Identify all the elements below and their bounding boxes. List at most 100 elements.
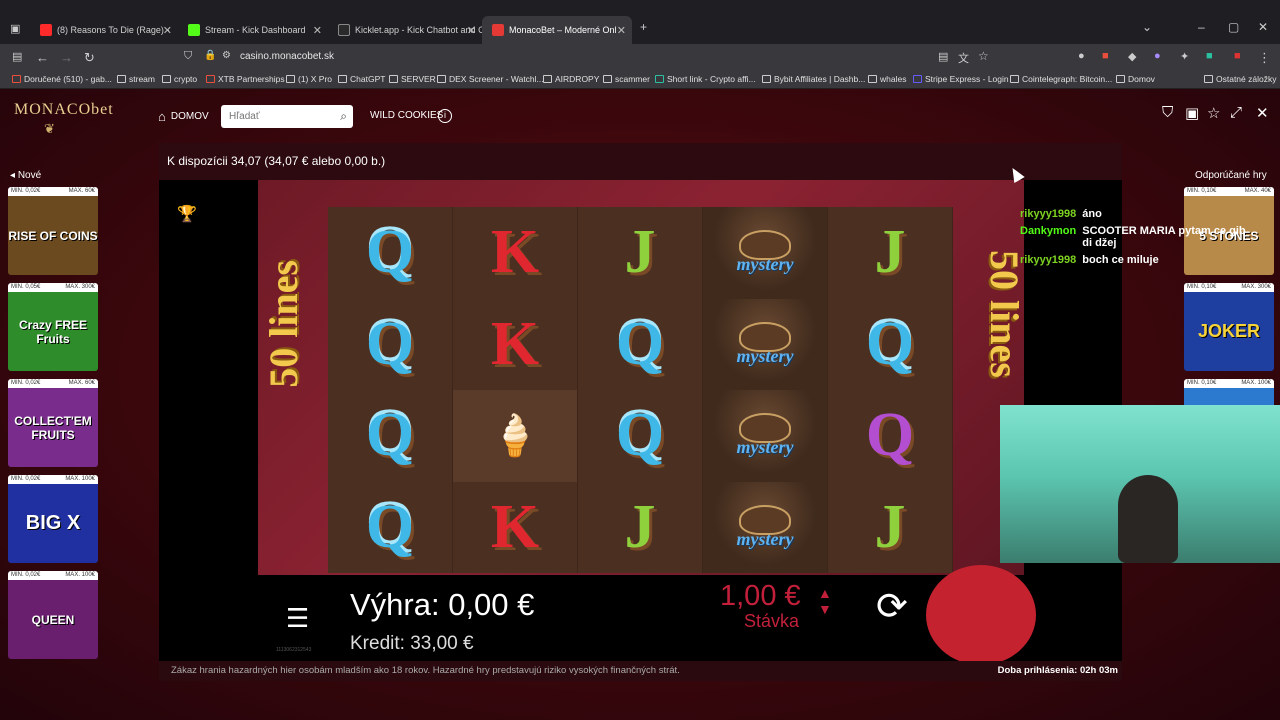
extension-icon[interactable]: ■ [1102,50,1109,62]
wallet-icon[interactable]: ▣ [1185,104,1199,122]
kicklet-icon [338,24,350,36]
session-time: Doba prihlásenia: 02h 03m [997,665,1118,676]
forward-icon[interactable]: → [60,50,73,65]
hamburger-menu-icon[interactable]: ☰ [286,603,309,634]
bookmark-item[interactable]: Cointelegraph: Bitcoin... [1010,74,1112,84]
bookmark-item[interactable]: Doručené (510) - gab... [12,74,112,84]
maximize-icon[interactable]: ▢ [1228,20,1239,34]
reel-symbol-q: Q [578,298,703,390]
spin-button[interactable] [926,565,1036,665]
lock-icon: 🔒 [204,50,217,61]
stake-up-icon[interactable]: ▲ [818,585,832,601]
back-icon[interactable]: ← [36,50,49,65]
shield-icon[interactable]: ⛉ [1162,104,1173,121]
bookmark-item[interactable]: Domov [1116,74,1155,84]
bookmark-item[interactable]: AIRDROPY [543,74,599,84]
reel-symbol-q: Q [578,390,703,482]
bookmark-item[interactable]: Short link - Crypto affi... [655,74,756,84]
bookmark-item[interactable]: scammer [603,74,650,84]
reel-symbol-ice-cream-icon: 🍦 [453,390,578,482]
reel-symbol-q: Q [328,481,453,573]
bookmark-item[interactable]: XTB Partnerships [206,74,285,84]
bookmark-item[interactable]: (1) X Pro [286,74,332,84]
bookmark-item[interactable]: Stripe Express - Login [913,74,1009,84]
tab-kicklet[interactable]: Kicklet.app - Kick Chatbot and C ✕ [328,16,482,44]
streamer-figure [1118,475,1178,563]
bookmark-item[interactable]: SERVER [389,74,436,84]
shield-icon: ⛉ [184,50,193,62]
game-thumbnail[interactable]: MIN. 0,02€ MAX. 60€ RISE OF COINS [8,187,98,275]
window-close-icon[interactable]: ✕ [1258,20,1268,34]
game-thumbnail[interactable]: MIN. 0,05€ MAX. 300€ Crazy FREE Fruits [8,283,98,371]
info-icon[interactable]: i [438,109,452,123]
game-thumbnail[interactable]: MIN. 0,02€ MAX. 60€ COLLECT'EM FRUITS [8,379,98,467]
extension-icon[interactable]: ● [1078,50,1085,62]
bookmark-star-icon[interactable]: ☆ [978,49,989,63]
fullscreen-icon[interactable]: ⤢ [1230,104,1242,121]
extension-icon[interactable]: ■ [1234,50,1241,62]
autoplay-icon[interactable]: ⟳ [876,584,908,629]
close-game-icon[interactable]: ✕ [1256,104,1269,122]
win-display: Výhra: 0,00 € [350,587,535,622]
game-thumbnail[interactable]: MIN. 0,02€ MAX. 100€ BIG X [8,475,98,563]
available-balance: K dispozícii 34,07 (34,07 € alebo 0,00 b… [167,154,386,168]
legal-footer: Zákaz hrania hazardných hier osobám mlad… [159,661,1122,681]
home-link[interactable]: ⌂ DOMOV [158,109,209,124]
bookmark-item[interactable]: whales [868,74,906,84]
sidebar-icon[interactable]: ▤ [12,50,22,63]
reader-icon[interactable]: ▤ [938,50,948,63]
chat-username: Dankymon [1020,225,1077,237]
reload-icon[interactable]: ↻ [84,50,95,66]
bookmark-item[interactable]: stream [117,74,155,84]
minimize-icon[interactable]: – [1198,20,1205,34]
menu-icon[interactable]: ⋮ [1258,50,1271,66]
bookmark-item[interactable]: crypto [162,74,197,84]
search-icon[interactable]: ⌕ [340,109,347,124]
recommended-games-title[interactable]: Odporúčané hry [1195,170,1267,181]
chat-text: boch ce miluje [1082,254,1159,266]
extension-icon[interactable]: ● [1154,50,1161,62]
tab-list-icon[interactable]: ⌄ [1142,20,1152,34]
reel-symbol-mystery: mystery [703,298,828,390]
search-box: ⌕ [221,105,353,128]
translate-icon[interactable]: 文 [958,50,969,66]
extensions-puzzle-icon[interactable]: ✦ [1180,50,1189,63]
tab-youtube[interactable]: (8) Reasons To Die (Rage) - ✕ [30,16,178,44]
trophy-icon[interactable]: 🏆 [177,204,197,224]
address-bar[interactable]: ⛉ 🔒 ⚙ casino.monacobet.sk ▤ 文 ☆ [178,47,998,68]
tab-monacobet[interactable]: MonacoBet – Moderné Onl ✕ [482,16,632,44]
bookmark-item[interactable]: Bybit Affiliates | Dashb... [762,74,865,84]
close-icon[interactable]: ✕ [467,24,476,37]
game-frame[interactable]: 🏆 50 lines 50 lines Q K Jmystery J Q K Qmyster… [159,180,1122,665]
stake-down-icon[interactable]: ▼ [818,601,832,617]
home-icon: ⌂ [158,109,166,124]
close-icon[interactable]: ✕ [617,24,626,37]
new-tab-icon[interactable]: + [640,20,647,34]
extension-icon[interactable]: ◆ [1128,50,1136,63]
other-bookmarks[interactable]: Ostatné záložky [1204,74,1276,84]
close-icon[interactable]: ✕ [163,24,172,37]
search-input[interactable] [221,105,331,128]
tab-overview-icon[interactable]: ▣ [10,22,20,35]
favorite-star-icon[interactable]: ☆ [1207,104,1220,122]
reel-symbol-q: Q [328,390,453,482]
extension-icon[interactable]: ■ [1206,50,1213,62]
bookmark-item[interactable]: DEX Screener - Watchl... [437,74,544,84]
reel-symbol-k: K [453,207,578,299]
game-thumbnail[interactable]: MIN. 0,10€ MAX. 300€ JOKER [1184,283,1274,371]
browser-tab-bar: ▣ (8) Reasons To Die (Rage) - ✕ Stream -… [0,0,1280,44]
stake-stepper[interactable]: ▲ ▼ [818,585,832,617]
slot-reels[interactable]: Q K Jmystery J Q K Qmystery Q Q 🍦 Qmystery Q Q K Jmyst… [328,207,953,573]
close-icon[interactable]: ✕ [313,24,322,37]
kick-icon [188,24,200,36]
site-logo[interactable]: MONACObet [14,101,114,119]
site-settings-icon[interactable]: ⚙ [222,50,231,61]
game-thumbnail[interactable]: MIN. 0,02€ MAX. 100€ QUEEN [8,571,98,659]
new-games-title[interactable]: ◂ Nové [10,170,41,181]
reel-symbol-mystery: mystery [703,390,828,482]
webcam-overlay [1000,405,1280,563]
bookmark-item[interactable]: ChatGPT [338,74,385,84]
tab-kick-dashboard[interactable]: Stream - Kick Dashboard ✕ [178,16,328,44]
chat-message: Dankymon SCOOTER MARIA pytam ce gib di dž… [1020,225,1257,249]
youtube-icon [40,24,52,36]
